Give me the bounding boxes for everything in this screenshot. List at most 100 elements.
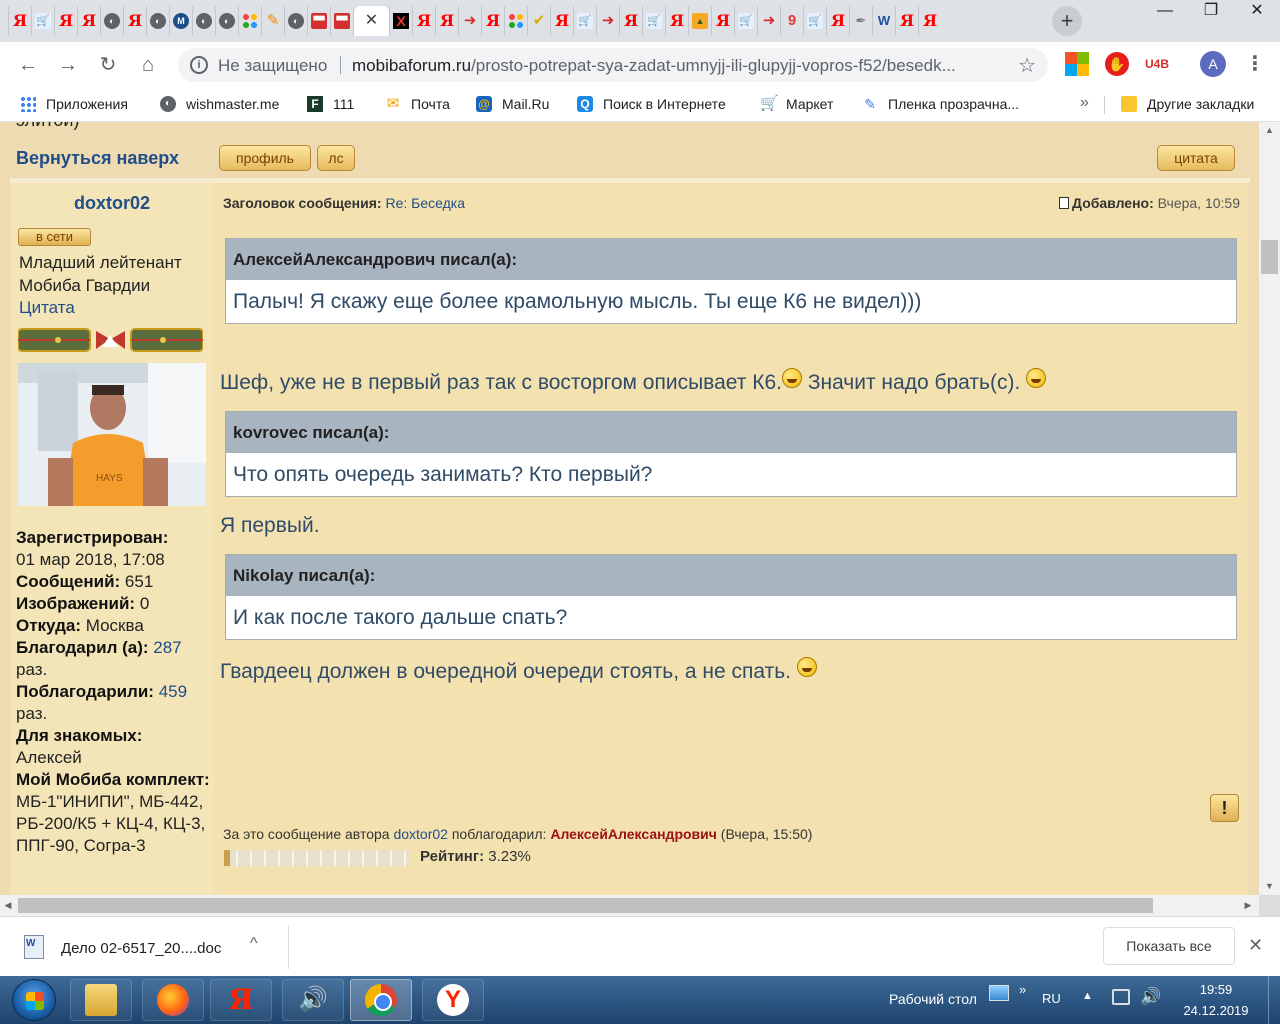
thanks-author-link[interactable]: doxtor02 bbox=[393, 826, 447, 842]
author-quote-link[interactable]: Цитата bbox=[19, 298, 75, 318]
horizontal-scroll-thumb[interactable] bbox=[18, 898, 1153, 913]
bookmark-film[interactable]: ✎ Пленка прозрачна... bbox=[862, 96, 1019, 112]
browser-tab[interactable]: Я bbox=[895, 6, 918, 36]
thanked-value-link[interactable]: 287 bbox=[153, 638, 181, 657]
vertical-scrollbar[interactable]: ▲ ▼ bbox=[1259, 122, 1280, 895]
url-text[interactable]: mobibaforum.ru/prosto-potrepat-sya-zadat… bbox=[352, 56, 1012, 76]
author-name-link[interactable]: doxtor02 bbox=[10, 193, 214, 214]
network-icon[interactable] bbox=[1112, 989, 1130, 1005]
bookmark-apps[interactable]: Приложения bbox=[20, 96, 128, 112]
address-bar[interactable]: i Не защищено mobibaforum.ru/prosto-potr… bbox=[178, 48, 1048, 82]
forward-button[interactable]: → bbox=[53, 50, 83, 80]
clock-date[interactable]: 24.12.2019 bbox=[1170, 1003, 1262, 1018]
menu-icon[interactable]: ⋮ bbox=[1245, 52, 1269, 76]
back-button[interactable]: ← bbox=[13, 50, 43, 80]
bookmark-other[interactable]: Другие закладки bbox=[1121, 96, 1254, 112]
taskbar-volume-app[interactable]: 🔊 bbox=[282, 979, 344, 1021]
browser-tab[interactable]: ✔ bbox=[527, 6, 550, 36]
thanks-user-link[interactable]: АлексейАлександрович bbox=[550, 826, 717, 842]
browser-tab[interactable]: 🛒 bbox=[642, 6, 665, 36]
bookmark-mail[interactable]: ✉ Почта bbox=[385, 96, 450, 113]
show-desktop-button[interactable] bbox=[1268, 976, 1280, 1024]
horizontal-scrollbar[interactable]: ◀ ▶ bbox=[0, 895, 1259, 916]
scroll-down-icon[interactable]: ▼ bbox=[1259, 878, 1280, 895]
new-tab-button[interactable]: + bbox=[1052, 6, 1082, 36]
taskbar-chrome[interactable] bbox=[350, 979, 412, 1021]
browser-tab[interactable]: Я bbox=[54, 6, 77, 36]
scroll-left-icon[interactable]: ◀ bbox=[0, 897, 16, 914]
tray-expand-icon[interactable]: ▲ bbox=[1082, 990, 1093, 1002]
language-indicator[interactable]: RU bbox=[1042, 991, 1061, 1006]
browser-tab[interactable]: ➜ bbox=[757, 6, 780, 36]
browser-tab[interactable]: Я bbox=[550, 6, 573, 36]
browser-tab[interactable]: ▲ bbox=[688, 6, 711, 36]
security-label[interactable]: Не защищено bbox=[218, 56, 327, 76]
browser-tab[interactable]: Я bbox=[77, 6, 100, 36]
desktop-icon[interactable] bbox=[989, 985, 1009, 1001]
browser-tab[interactable]: ◐ bbox=[100, 6, 123, 36]
browser-tab[interactable]: 🛒 bbox=[734, 6, 757, 36]
was-thanked-value-link[interactable]: 459 bbox=[159, 682, 187, 701]
browser-tab[interactable]: M bbox=[169, 6, 192, 36]
browser-tab[interactable]: 🛒 bbox=[573, 6, 596, 36]
browser-tab[interactable]: ◐ bbox=[146, 6, 169, 36]
active-tab[interactable]: ✕ bbox=[353, 6, 389, 36]
browser-tab[interactable]: ✒ bbox=[849, 6, 872, 36]
browser-tab[interactable] bbox=[238, 6, 261, 36]
browser-tab[interactable]: ▀▀ bbox=[330, 6, 353, 36]
chevron-up-icon[interactable]: ^ bbox=[250, 935, 258, 953]
scroll-right-icon[interactable]: ▶ bbox=[1240, 897, 1256, 914]
chevron-more-icon[interactable]: » bbox=[1019, 982, 1026, 997]
browser-tab[interactable]: ◐ bbox=[192, 6, 215, 36]
bookmark-111[interactable]: F 111 bbox=[307, 96, 354, 112]
bookmark-star-icon[interactable]: ☆ bbox=[1018, 53, 1036, 78]
browser-tab[interactable]: ✎ bbox=[261, 6, 284, 36]
close-tab-icon[interactable]: ✕ bbox=[364, 13, 380, 29]
browser-tab[interactable]: Я bbox=[481, 6, 504, 36]
quote-button[interactable]: цитата bbox=[1157, 145, 1235, 171]
u4b-extension-icon[interactable]: U4B bbox=[1145, 52, 1169, 76]
browser-tab[interactable]: Я bbox=[619, 6, 642, 36]
home-button[interactable]: ⌂ bbox=[133, 50, 163, 80]
browser-tab[interactable]: Я bbox=[123, 6, 146, 36]
browser-tab[interactable]: W bbox=[872, 6, 895, 36]
browser-tab[interactable]: Я bbox=[826, 6, 849, 36]
taskbar-firefox[interactable] bbox=[142, 979, 204, 1021]
clock-time[interactable]: 19:59 bbox=[1170, 982, 1262, 997]
download-filename[interactable]: Дело 02-6517_20....doc bbox=[61, 940, 221, 957]
close-downloads-icon[interactable]: ✕ bbox=[1248, 935, 1263, 956]
bookmark-search[interactable]: Q Поиск в Интернете bbox=[577, 96, 726, 112]
browser-tab[interactable]: Я bbox=[435, 6, 458, 36]
browser-tab[interactable]: 🛒 bbox=[803, 6, 826, 36]
word-document-icon[interactable] bbox=[24, 935, 44, 959]
profile-avatar[interactable]: A bbox=[1200, 51, 1226, 77]
browser-tab[interactable]: ◐ bbox=[284, 6, 307, 36]
browser-tab[interactable]: ▀▀ bbox=[307, 6, 330, 36]
volume-icon[interactable]: 🔊 bbox=[1140, 987, 1161, 1007]
scroll-up-icon[interactable]: ▲ bbox=[1259, 122, 1280, 139]
browser-tab[interactable]: ➜ bbox=[596, 6, 619, 36]
browser-tab[interactable] bbox=[504, 6, 527, 36]
taskbar-yandex[interactable]: Y bbox=[422, 979, 484, 1021]
browser-tab[interactable]: Я bbox=[8, 6, 31, 36]
private-message-button[interactable]: лс bbox=[317, 145, 355, 171]
browser-tab[interactable]: Я bbox=[711, 6, 734, 36]
reload-button[interactable]: ↻ bbox=[93, 50, 123, 80]
profile-button[interactable]: профиль bbox=[219, 145, 311, 171]
minimize-button[interactable]: — bbox=[1142, 0, 1188, 24]
vertical-scroll-thumb[interactable] bbox=[1261, 240, 1278, 274]
office-extension-icon[interactable] bbox=[1065, 52, 1089, 76]
show-all-downloads-button[interactable]: Показать все bbox=[1103, 927, 1235, 965]
window-close-button[interactable]: ✕ bbox=[1234, 0, 1280, 24]
browser-tab[interactable]: Я bbox=[665, 6, 688, 36]
bookmarks-more-button[interactable]: » bbox=[1080, 94, 1089, 112]
desktop-toolbar-label[interactable]: Рабочий стол bbox=[889, 991, 977, 1007]
back-to-top-link[interactable]: Вернуться наверх bbox=[16, 148, 179, 169]
browser-tab[interactable]: X bbox=[389, 6, 412, 36]
adblock-extension-icon[interactable]: ✋ bbox=[1105, 52, 1129, 76]
browser-tab[interactable]: ◐ bbox=[215, 6, 238, 36]
restore-button[interactable]: ❐ bbox=[1188, 0, 1234, 24]
taskbar-yandex-browser[interactable]: Я bbox=[210, 979, 272, 1021]
bookmark-mailru[interactable]: @ Mail.Ru bbox=[476, 96, 549, 112]
browser-tab[interactable]: 🛒 bbox=[31, 6, 54, 36]
